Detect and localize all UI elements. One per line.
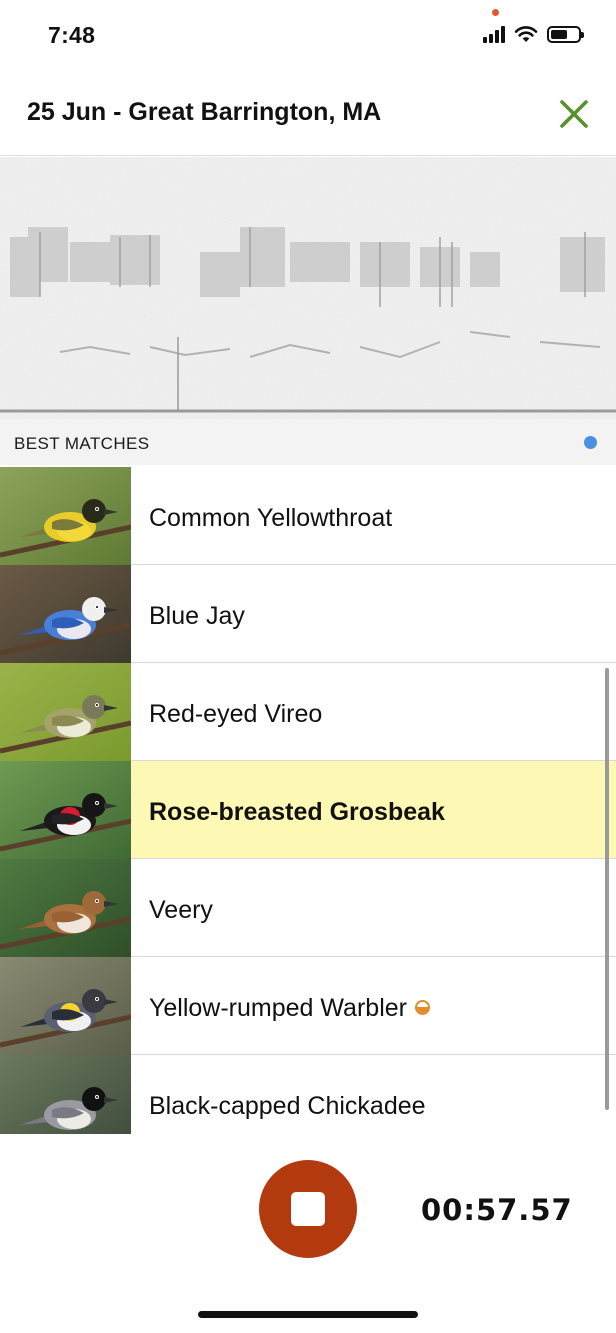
match-item[interactable]: Rose-breasted Grosbeak — [0, 761, 616, 859]
recording-header: 25 Jun - Great Barrington, MA — [0, 72, 616, 156]
species-name: Black-capped Chickadee — [149, 1092, 426, 1121]
best-matches-label: BEST MATCHES — [14, 434, 150, 453]
match-label-container: Yellow-rumped Warbler — [131, 957, 616, 1055]
yellow-rumped-warbler-photo — [0, 957, 131, 1055]
stop-recording-button[interactable] — [259, 1160, 357, 1258]
species-name-text: Red-eyed Vireo — [149, 700, 323, 728]
match-item[interactable]: Yellow-rumped Warbler — [0, 957, 616, 1055]
cellular-signal-icon — [483, 25, 505, 43]
species-name-text: Blue Jay — [149, 602, 245, 630]
species-name-text: Rose-breasted Grosbeak — [149, 798, 445, 826]
close-icon — [560, 100, 588, 128]
status-bar: 7:48 — [0, 0, 616, 72]
wifi-icon — [514, 26, 538, 42]
close-button[interactable] — [556, 96, 592, 132]
home-indicator[interactable] — [198, 1311, 418, 1318]
privacy-indicator-dot — [492, 9, 499, 16]
common-yellowthroat-photo — [0, 467, 131, 565]
species-name-text: Black-capped Chickadee — [149, 1092, 426, 1120]
match-label-container: Red-eyed Vireo — [131, 663, 616, 761]
species-name: Rose-breasted Grosbeak — [149, 798, 445, 827]
species-name: Red-eyed Vireo — [149, 700, 322, 729]
red-eyed-vireo-photo — [0, 663, 131, 761]
species-name: Common Yellowthroat — [149, 504, 392, 533]
match-item[interactable]: Veery — [0, 859, 616, 957]
match-list[interactable]: Common Yellowthroat Blue Jay Red-eyed Vi… — [0, 467, 616, 1134]
species-name: Veery — [149, 896, 213, 925]
species-name: Blue Jay — [149, 602, 245, 631]
match-item[interactable]: Common Yellowthroat — [0, 467, 616, 565]
veery-photo — [0, 859, 131, 957]
match-label-container: Veery — [131, 859, 616, 957]
spectrogram-view[interactable] — [0, 157, 616, 419]
half-circle-badge-icon — [414, 999, 430, 1015]
elapsed-timer: 00:57.57 — [421, 1193, 573, 1227]
scrollbar[interactable] — [605, 668, 609, 1110]
match-item[interactable]: Black-capped Chickadee — [0, 1055, 616, 1134]
match-label-container: Common Yellowthroat — [131, 467, 616, 565]
match-label-container: Blue Jay — [131, 565, 616, 663]
status-time: 7:48 — [48, 22, 96, 48]
blue-jay-photo — [0, 565, 131, 663]
match-label-container: Black-capped Chickadee — [131, 1055, 616, 1134]
spectrogram-image — [0, 157, 616, 419]
recording-title: 25 Jun - Great Barrington, MA — [27, 98, 382, 126]
match-label-container: Rose-breasted Grosbeak — [131, 761, 616, 859]
best-matches-header: BEST MATCHES — [0, 419, 616, 465]
live-indicator-dot — [584, 436, 597, 449]
species-name-text: Common Yellowthroat — [149, 504, 393, 532]
species-name-text: Yellow-rumped Warbler — [149, 994, 407, 1022]
battery-icon — [547, 25, 584, 43]
stop-square-icon — [291, 1192, 325, 1226]
species-name-text: Veery — [149, 896, 213, 924]
black-capped-chickadee-photo — [0, 1055, 131, 1134]
species-name: Yellow-rumped Warbler — [149, 994, 430, 1023]
rose-breasted-grosbeak-photo — [0, 761, 131, 859]
match-item[interactable]: Red-eyed Vireo — [0, 663, 616, 761]
status-icons — [483, 25, 584, 43]
match-item[interactable]: Blue Jay — [0, 565, 616, 663]
